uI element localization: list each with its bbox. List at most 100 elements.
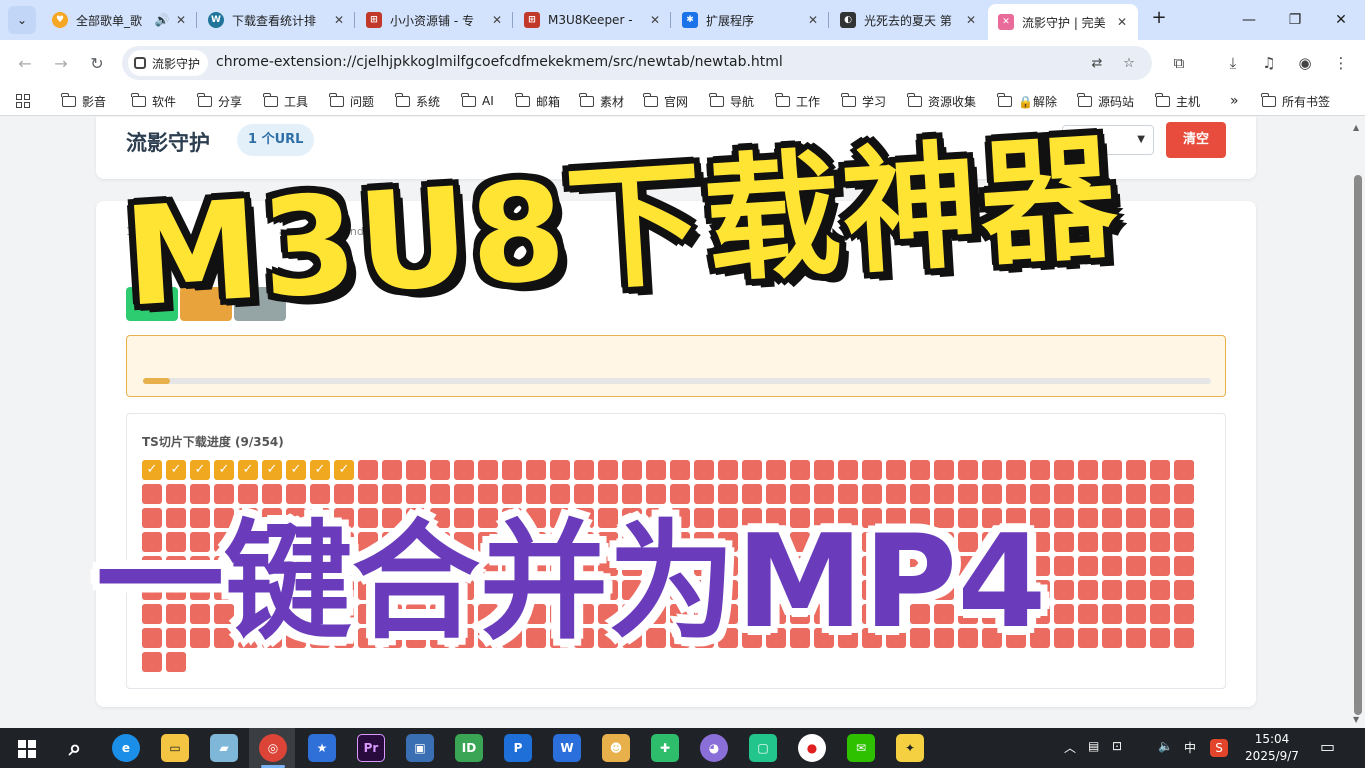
ts-segment-pending [1078,484,1098,504]
bookmark-folder[interactable]: 官网 [643,92,688,110]
ts-segment-pending [1102,484,1122,504]
close-icon[interactable]: ✕ [173,13,189,27]
close-window-button[interactable]: ✕ [1318,0,1364,40]
search-icon[interactable]: ⌕ [61,734,89,762]
close-icon[interactable]: ✕ [805,13,821,27]
page-scrollbar[interactable]: ▲ ▼ [1352,123,1362,724]
bookmark-folder[interactable]: 系统 [395,92,440,110]
ts-segment-pending [1102,628,1122,648]
notes-app-icon[interactable]: ▰ [210,734,238,762]
record-icon[interactable]: ● [798,734,826,762]
ime-indicator[interactable]: 中 [1184,739,1196,756]
cat-app-icon[interactable]: ◕ [700,734,728,762]
bulb-app-icon[interactable]: ✦ [896,734,924,762]
bookmark-folder[interactable]: 分享 [197,92,242,110]
notification-icon[interactable]: ▭ [1320,737,1335,756]
ts-segment-pending [742,460,762,480]
tab-search-button[interactable]: ⌄ [8,6,36,34]
chevron-down-icon: ▼ [1137,134,1145,145]
bookmark-folder[interactable]: 问题 [329,92,374,110]
tab-1[interactable]: W 下载查看统计排 ✕ [198,4,355,36]
p-app-icon[interactable]: P [504,734,532,762]
speaker-icon[interactable]: 🔊 [151,13,173,27]
bookmark-folder[interactable]: 素材 [579,92,624,110]
tab-4[interactable]: ✱ 扩展程序 ✕ [672,4,829,36]
ts-segment-pending [1102,460,1122,480]
browser-toolbar: ← → ↻ 流影守护 chrome-extension://cjelhjpkko… [0,40,1365,86]
scrollbar-thumb[interactable] [1354,175,1362,715]
tab-0[interactable]: ♥ 全部歌单_歌 🔊 ✕ [42,4,197,36]
edge-icon[interactable]: e [112,734,140,762]
bookmark-folder[interactable]: 软件 [131,92,176,110]
clock-date: 2025/9/7 [1245,749,1299,763]
file-explorer-icon[interactable]: ▭ [161,734,189,762]
site-info-chip[interactable]: 流影守护 [128,50,209,76]
forward-button[interactable]: → [48,50,74,76]
restore-button[interactable]: ❐ [1272,0,1318,40]
chrome-icon[interactable]: ◎ [259,734,287,762]
network-icon[interactable]: ⊡ [1112,739,1122,753]
bookmark-folder[interactable]: 主机 [1155,92,1200,110]
bookmark-folder[interactable]: 导航 [709,92,754,110]
bookmarks-overflow-button[interactable]: » [1230,92,1239,110]
bookmark-folder[interactable]: 影音 [61,92,106,110]
media-control-icon[interactable]: ♫ [1256,50,1282,76]
bookmark-folder[interactable]: 邮箱 [515,92,560,110]
tray-chevron-up-icon[interactable]: ︿ [1064,739,1076,756]
puzzle-app-icon[interactable]: ✚ [651,734,679,762]
star-app-icon[interactable]: ★ [308,734,336,762]
folder-icon [515,92,530,107]
close-icon[interactable]: ✕ [331,13,347,27]
ts-segment-pending [862,460,882,480]
wps-icon[interactable]: W [553,734,581,762]
scroll-down-icon[interactable]: ▼ [1353,715,1359,724]
ts-segment-pending [1078,556,1098,576]
clear-button[interactable]: 清空 [1166,122,1226,158]
progress-bar [143,378,1211,384]
premiere-icon[interactable]: Pr [357,734,385,762]
folder-icon [579,92,594,107]
close-icon[interactable]: ✕ [489,13,505,27]
star-icon[interactable]: ☆ [1118,52,1140,74]
remote-desktop-icon[interactable]: ▣ [406,734,434,762]
back-button[interactable]: ← [12,50,38,76]
taskbar-clock[interactable]: 15:04 2025/9/7 [1240,731,1304,765]
all-bookmarks-button[interactable]: 所有书签 [1261,92,1330,110]
volume-icon[interactable]: 🔈 [1158,739,1173,753]
bookmark-folder[interactable]: AI [461,92,494,110]
windows-start-icon[interactable] [18,740,36,758]
tab-6-active[interactable]: ✕ 流影守护 | 完美 ✕ [988,4,1138,40]
close-icon[interactable]: ✕ [1114,15,1130,29]
apps-grid-icon[interactable] [16,94,30,108]
download-icon[interactable]: ⤓ [1220,50,1246,76]
close-icon[interactable]: ✕ [647,13,663,27]
tab-3[interactable]: ⊞ M3U8Keeper - ✕ [514,4,671,36]
tray-device-icon[interactable]: ▤ [1088,739,1099,753]
anime-favicon-icon: ◐ [840,12,856,28]
download-progress-box [126,335,1226,397]
reload-button[interactable]: ↻ [84,50,110,76]
wechat-icon[interactable]: ✉ [847,734,875,762]
chat-app-icon[interactable]: ▢ [749,734,777,762]
extensions-puzzle-icon[interactable]: ⧉ [1166,50,1192,76]
ts-segment-pending [622,460,642,480]
address-bar[interactable]: 流影守护 chrome-extension://cjelhjpkkoglmilf… [122,46,1152,80]
tab-5[interactable]: ◐ 光死去的夏天 第 ✕ [830,4,987,36]
profile-icon[interactable]: ◉ [1292,50,1318,76]
reload-icon: ↻ [90,53,104,73]
close-icon[interactable]: ✕ [963,13,979,27]
doge-app-icon[interactable]: ☻ [602,734,630,762]
sogou-ime-icon[interactable]: S [1210,739,1228,757]
new-tab-button[interactable]: + [1148,8,1170,30]
bookmark-folder[interactable]: 工具 [263,92,308,110]
idm-icon[interactable]: ID [455,734,483,762]
url-text[interactable]: chrome-extension://cjelhjpkkoglmilfgcoef… [216,54,783,70]
minimize-button[interactable]: — [1226,0,1272,40]
scroll-up-icon[interactable]: ▲ [1353,123,1359,132]
arrow-right-icon: → [54,53,68,73]
tab-2[interactable]: ⊞ 小小资源铺 - 专 ✕ [356,4,513,36]
menu-kebab-icon[interactable]: ⋮ [1328,50,1354,76]
site-favicon-icon: ⊞ [524,12,540,28]
translate-icon[interactable]: ⇄ [1086,52,1108,74]
ts-segment-pending [1078,508,1098,528]
